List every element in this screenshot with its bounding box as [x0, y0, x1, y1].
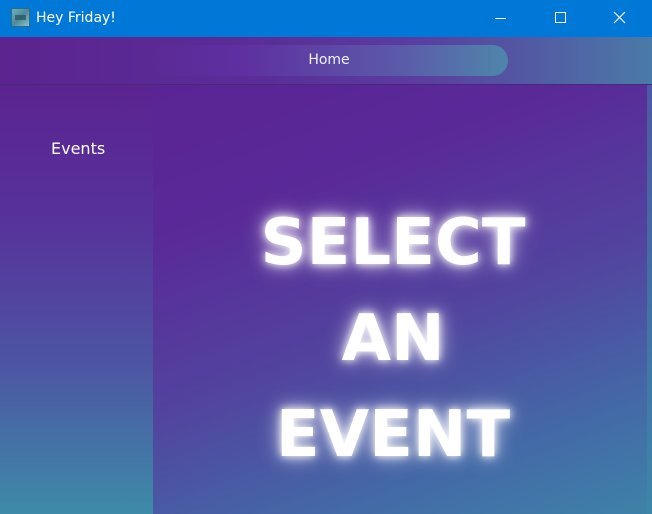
main-panel: SELECT AN EVENT [153, 85, 647, 514]
top-nav: Home [0, 37, 652, 85]
maximize-button[interactable] [531, 0, 589, 37]
home-tab[interactable]: Home [150, 45, 508, 76]
app-window: Hey Friday! Home Events SELECT AN EVENT [0, 0, 652, 514]
content-area: Home Events SELECT AN EVENT [0, 37, 652, 514]
headline-line-3: EVENT [275, 398, 511, 472]
minimize-button[interactable] [472, 0, 530, 37]
headline-line-2: AN [341, 302, 445, 376]
headline-line-1: SELECT [260, 206, 526, 280]
window-title: Hey Friday! [36, 10, 116, 26]
window-edge [647, 85, 652, 514]
maximize-icon [555, 12, 566, 23]
select-event-headline: SELECT AN EVENT [253, 195, 533, 483]
sidebar-item-events[interactable]: Events [51, 139, 105, 159]
minimize-icon [495, 18, 506, 19]
title-bar[interactable]: Hey Friday! [0, 0, 652, 37]
app-icon [11, 8, 30, 27]
sidebar: Events [0, 85, 153, 514]
home-tab-label: Home [308, 52, 350, 68]
close-icon [613, 11, 626, 24]
close-button[interactable] [590, 0, 648, 37]
